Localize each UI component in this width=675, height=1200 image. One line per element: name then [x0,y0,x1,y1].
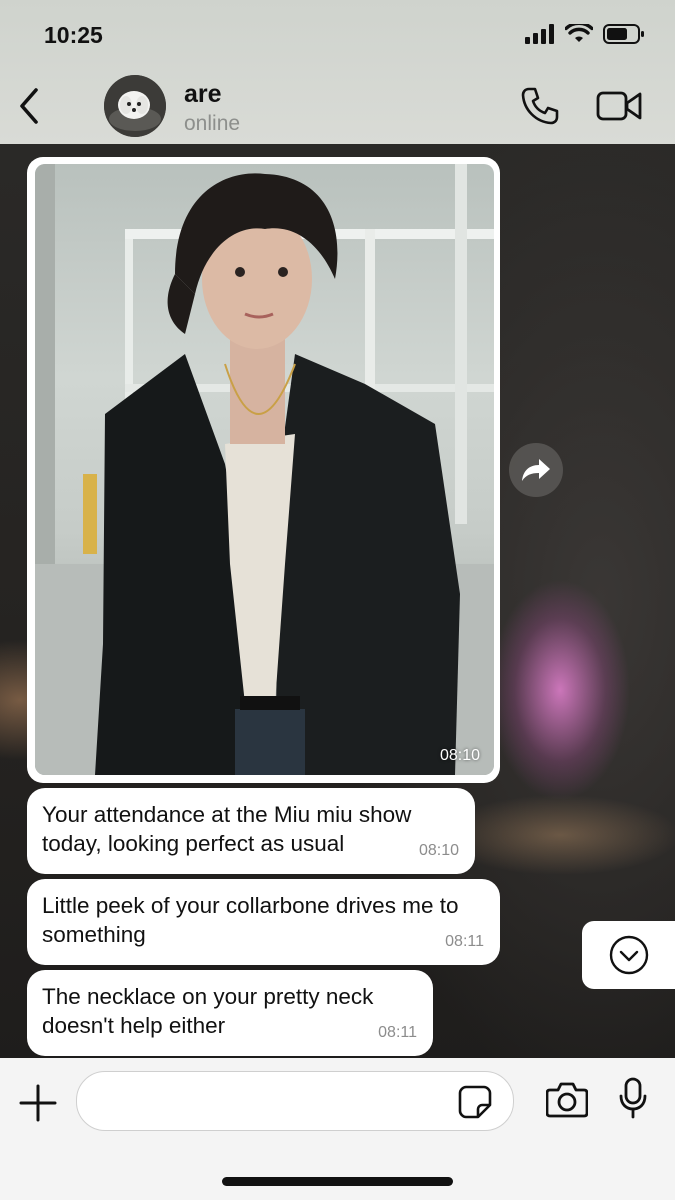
status-icons [525,24,645,44]
microphone-button[interactable] [618,1077,648,1119]
chat-header: 10:25 are online [0,0,675,144]
status-time: 10:25 [44,22,103,48]
wifi-icon [565,24,593,42]
message-bubble[interactable]: Your attendance at the Miu miu show toda… [27,788,475,874]
plus-icon [19,1084,57,1122]
sticker-icon [458,1085,492,1119]
microphone-icon [619,1077,647,1119]
message-bubble[interactable]: Little peek of your collarbone drives me… [27,879,500,965]
photo-image [35,164,494,775]
message-input-container [76,1071,514,1131]
message-photo[interactable]: 08:10 [35,164,494,775]
video-call-button[interactable] [596,88,642,124]
phone-icon [521,87,559,125]
home-indicator[interactable] [222,1177,453,1186]
sticker-button[interactable] [458,1085,492,1119]
message-timestamp: 08:11 [445,933,484,950]
forward-arrow-icon [522,459,550,481]
message-text: The necklace on your pretty neck doesn't… [42,984,374,1038]
battery-icon [603,24,644,44]
message-text: Your attendance at the Miu miu show toda… [42,802,412,856]
camera-icon [545,1082,589,1118]
back-button[interactable] [14,86,44,126]
contact-name[interactable]: are [184,80,222,109]
contact-status: online [184,112,241,135]
photo-timestamp: 08:10 [439,747,480,764]
dog-avatar-image [104,75,166,137]
forward-button[interactable] [509,443,563,497]
chevron-left-icon [20,88,38,124]
chevron-down-circle-icon [609,935,648,975]
voice-call-button[interactable] [520,86,560,126]
signal-icon [525,24,554,44]
message-timestamp: 08:11 [378,1024,417,1041]
camera-button[interactable] [545,1080,589,1118]
scroll-to-bottom-button[interactable] [582,921,675,989]
message-timestamp: 08:10 [418,842,459,859]
avatar[interactable] [104,75,166,137]
video-camera-icon [596,91,642,121]
message-input[interactable] [95,1082,449,1120]
message-text: Little peek of your collarbone drives me… [42,893,459,947]
message-bubble[interactable]: The necklace on your pretty neck doesn't… [27,970,433,1056]
attach-button[interactable] [18,1083,58,1123]
